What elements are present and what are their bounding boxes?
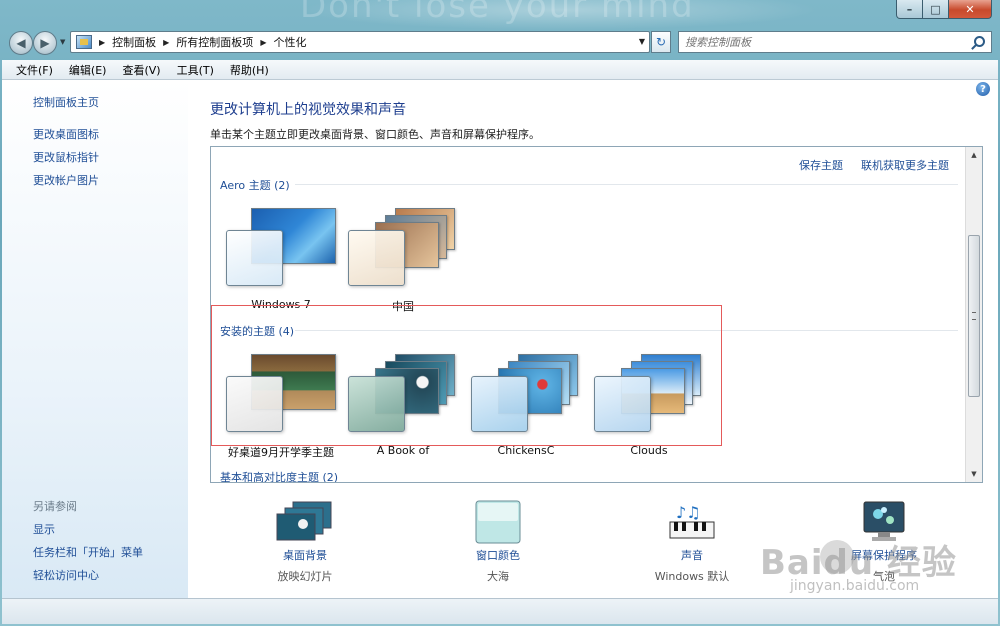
theme-windows7[interactable]: Windows 7 xyxy=(221,205,341,315)
arrow-left-icon: ◀ xyxy=(16,36,26,50)
see-also-heading: 另请参阅 xyxy=(33,500,77,513)
window-color-setting[interactable]: 窗口颜色 大海 xyxy=(438,500,558,584)
refresh-button[interactable]: ↻ xyxy=(651,31,671,53)
divider xyxy=(295,184,958,185)
desktop-background-link[interactable]: 桌面背景 xyxy=(245,547,365,563)
back-button[interactable]: ◀ xyxy=(9,31,33,55)
aero-themes-heading: Aero 主题 (2) xyxy=(220,179,290,192)
caption-buttons: – □ ✕ xyxy=(896,0,992,19)
control-panel-icon xyxy=(76,35,92,49)
minimize-button[interactable]: – xyxy=(896,0,923,19)
sound-icon: ♪♫ xyxy=(669,503,715,539)
desktop-background-setting[interactable]: 桌面背景 放映幻灯片 xyxy=(245,500,365,584)
menu-edit[interactable]: 编辑(E) xyxy=(61,62,115,78)
sidebar-change-account-picture[interactable]: 更改帐户图片 xyxy=(33,172,99,188)
maximize-button[interactable]: □ xyxy=(923,0,949,19)
status-bar xyxy=(2,598,998,624)
menu-tools[interactable]: 工具(T) xyxy=(169,62,222,78)
breadcrumb-all-items[interactable]: 所有控制面板项 xyxy=(176,34,253,50)
window-frame: Don't lose your mind – □ ✕ ◀ ▶ ▼ ▶ 控制面板 … xyxy=(0,0,1000,626)
address-bar[interactable]: ▶ 控制面板 ▶ 所有控制面板项 ▶ 个性化 ▼ xyxy=(70,31,650,53)
theme-label: 好桌道9月开学季主题 xyxy=(228,446,334,459)
sound-value: Windows 默认 xyxy=(654,570,730,583)
baidu-watermark-url: jingyan.baidu.com xyxy=(790,578,920,594)
menu-bar: 文件(F) 编辑(E) 查看(V) 工具(T) 帮助(H) xyxy=(2,60,998,80)
menu-view[interactable]: 查看(V) xyxy=(114,62,168,78)
page-title: 更改计算机上的视觉效果和声音 xyxy=(210,102,406,118)
red-highlight-box xyxy=(211,305,722,446)
forward-button[interactable]: ▶ xyxy=(33,31,57,55)
help-icon[interactable]: ? xyxy=(976,82,990,96)
sound-link[interactable]: 声音 xyxy=(632,547,752,563)
sidebar-home-link[interactable]: 控制面板主页 xyxy=(33,94,99,110)
theme-china[interactable]: 中国 xyxy=(343,205,463,315)
refresh-icon: ↻ xyxy=(655,35,667,49)
window-color-icon xyxy=(475,500,521,544)
crumb-separator-icon[interactable]: ▶ xyxy=(99,38,105,47)
menu-help[interactable]: 帮助(H) xyxy=(222,62,277,78)
crumb-separator-icon[interactable]: ▶ xyxy=(163,38,169,47)
theme-panel-scrollbar[interactable]: ▲ ▼ xyxy=(965,147,982,482)
breadcrumb-control-panel[interactable]: 控制面板 xyxy=(112,34,156,50)
desktop-background-value: 放映幻灯片 xyxy=(277,570,333,583)
baidu-watermark: Baidu 经验 xyxy=(760,543,957,583)
arrow-right-icon: ▶ xyxy=(40,36,50,50)
sidebar-change-mouse-pointers[interactable]: 更改鼠标指针 xyxy=(33,149,99,165)
see-also-ease-of-access[interactable]: 轻松访问中心 xyxy=(33,567,99,583)
sidebar: 控制面板主页 更改桌面图标 更改鼠标指针 更改帐户图片 另请参阅 显示 任务栏和… xyxy=(2,80,188,598)
see-also-taskbar[interactable]: 任务栏和「开始」菜单 xyxy=(33,544,143,560)
crumb-separator-icon[interactable]: ▶ xyxy=(260,38,266,47)
menu-file[interactable]: 文件(F) xyxy=(8,62,61,78)
scroll-thumb[interactable] xyxy=(968,235,980,397)
scroll-up-icon[interactable]: ▲ xyxy=(966,147,982,163)
search-icon[interactable] xyxy=(974,36,985,47)
get-more-themes-link[interactable]: 联机获取更多主题 xyxy=(861,157,949,173)
svg-text:♪♫: ♪♫ xyxy=(676,503,701,522)
basic-themes-heading: 基本和高对比度主题 (2) xyxy=(220,471,339,483)
address-dropdown-icon[interactable]: ▼ xyxy=(639,37,645,46)
see-also-display[interactable]: 显示 xyxy=(33,521,55,537)
window-color-link[interactable]: 窗口颜色 xyxy=(438,547,558,563)
glass-color-swatch xyxy=(226,230,283,286)
grip-icon xyxy=(972,312,976,320)
desktop-background-icon xyxy=(276,501,332,541)
page-subtitle: 单击某个主题立即更改桌面背景、窗口颜色、声音和屏幕保护程序。 xyxy=(210,128,540,141)
window-color-value: 大海 xyxy=(487,570,509,583)
glass-color-swatch xyxy=(348,230,405,286)
search-box[interactable] xyxy=(678,31,992,53)
scroll-down-icon[interactable]: ▼ xyxy=(966,466,982,482)
close-button[interactable]: ✕ xyxy=(949,0,992,19)
recent-pages-dropdown[interactable]: ▼ xyxy=(60,38,65,46)
save-theme-link[interactable]: 保存主题 xyxy=(799,157,843,173)
search-input[interactable] xyxy=(685,35,965,49)
sound-setting[interactable]: ♪♫ 声音 Windows 默认 xyxy=(632,500,752,584)
breadcrumb-personalization[interactable]: 个性化 xyxy=(273,34,306,50)
title-watermark: Don't lose your mind xyxy=(300,0,695,26)
sidebar-change-desktop-icons[interactable]: 更改桌面图标 xyxy=(33,126,99,142)
